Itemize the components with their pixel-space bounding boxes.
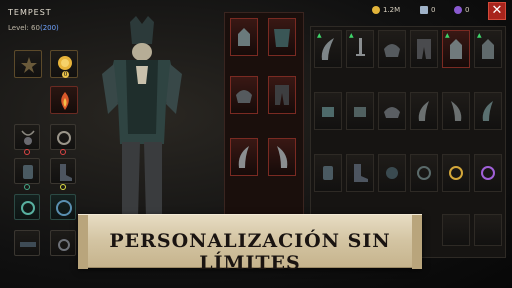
- gold-coin-icon: [372, 6, 380, 14]
- inventory-item[interactable]: [410, 154, 438, 192]
- claw-weapon-icon: [482, 101, 493, 121]
- inventory-item[interactable]: [474, 92, 502, 130]
- gold-currency: 1.2M: [372, 6, 400, 14]
- chest-armor-icon: [274, 29, 290, 47]
- gem-icon: [454, 6, 462, 14]
- level-paragon: (200): [39, 24, 59, 32]
- inventory-item[interactable]: [378, 154, 406, 192]
- gem-socket-icon: [24, 184, 30, 190]
- slot-belt[interactable]: [14, 230, 40, 256]
- inventory-item[interactable]: [474, 154, 502, 192]
- inventory-item[interactable]: [314, 92, 342, 130]
- gauntlet-icon: [322, 107, 334, 117]
- slot-shoulders[interactable]: [230, 76, 258, 114]
- slot-bracelet[interactable]: [50, 194, 76, 220]
- slot-main-hand[interactable]: [230, 138, 258, 176]
- slot-chest[interactable]: [268, 18, 296, 56]
- slot-earring[interactable]: [50, 230, 76, 256]
- inventory-item[interactable]: [442, 92, 470, 130]
- shoulder-icon: [384, 107, 400, 118]
- inventory-item[interactable]: [314, 30, 342, 68]
- slot-off-hand[interactable]: [268, 138, 296, 176]
- banner-title: PERSONALIZACIÓN SIN LÍMITES: [109, 230, 391, 274]
- slot-ring-right[interactable]: [14, 194, 40, 220]
- shoulder-icon: [236, 90, 252, 103]
- bracer-icon: [23, 165, 33, 179]
- inventory-item[interactable]: [378, 30, 406, 68]
- inventory-item[interactable]: [378, 92, 406, 130]
- claw-weapon-icon: [277, 146, 288, 168]
- slot-amulet[interactable]: [14, 124, 40, 150]
- inventory-item[interactable]: [346, 154, 374, 192]
- inventory-item[interactable]: [346, 30, 374, 68]
- gold-ring-icon: [449, 166, 463, 180]
- bracelet-icon: [56, 200, 72, 216]
- inventory-item[interactable]: [442, 30, 470, 68]
- teal-ring-icon: [21, 201, 35, 215]
- inventory-item[interactable]: [442, 214, 470, 246]
- scroll-amount: 0: [431, 6, 436, 14]
- amulet-icon: [386, 167, 398, 179]
- amulet-icon: [21, 130, 35, 145]
- scroll-icon: [420, 6, 428, 14]
- gem-currency: 0: [454, 6, 469, 14]
- gem-socket-icon: [60, 149, 66, 155]
- slot-charm[interactable]: [14, 50, 42, 78]
- helm-icon: [482, 39, 494, 59]
- character-name: TEMPEST: [8, 8, 52, 17]
- character-level: Level: 60(200): [8, 24, 59, 32]
- level-label: Level: 60: [8, 24, 40, 32]
- slot-legendary-gem[interactable]: 0: [50, 50, 78, 78]
- inventory-item[interactable]: [314, 154, 342, 192]
- slot-ring-left[interactable]: [50, 124, 76, 150]
- slot-legs[interactable]: [268, 76, 296, 114]
- boot-icon: [60, 164, 72, 181]
- belt-icon: [20, 242, 36, 247]
- inventory-item[interactable]: [474, 214, 502, 246]
- claw-weapon-icon: [238, 146, 249, 168]
- dagger-icon: [356, 38, 365, 56]
- claw-weapon-icon: [321, 38, 334, 60]
- inventory-item[interactable]: [410, 92, 438, 130]
- close-icon: ✕: [491, 3, 503, 18]
- helm-icon: [450, 39, 462, 59]
- inventory-item[interactable]: [346, 92, 374, 130]
- claw-weapon-icon: [418, 101, 429, 121]
- ring-icon: [417, 166, 431, 180]
- helm-icon: [238, 28, 250, 46]
- claw-weapon-icon: [451, 101, 462, 121]
- gold-amount: 1.2M: [383, 6, 401, 14]
- shoulder-icon: [384, 44, 400, 57]
- pants-icon: [417, 39, 431, 59]
- hero-character-figure: [102, 16, 182, 218]
- inventory-item[interactable]: [474, 30, 502, 68]
- pants-icon: [275, 85, 289, 105]
- gauntlet-icon: [354, 107, 366, 117]
- ring-icon: [57, 131, 71, 145]
- gem-amount: 0: [465, 6, 470, 14]
- slot-relic[interactable]: [50, 86, 78, 114]
- slot-bracer[interactable]: [14, 158, 40, 184]
- scroll-currency: 0: [420, 6, 435, 14]
- flame-icon: [61, 92, 69, 110]
- slot-badge: 0: [62, 71, 69, 78]
- earring-icon: [58, 239, 70, 251]
- slot-boots[interactable]: [50, 158, 76, 184]
- close-button[interactable]: ✕: [488, 2, 506, 20]
- purple-ring-icon: [481, 166, 495, 180]
- slot-helm[interactable]: [230, 18, 258, 56]
- promo-banner: PERSONALIZACIÓN SIN LÍMITES: [78, 214, 422, 274]
- inventory-item[interactable]: [410, 30, 438, 68]
- star-charm-icon: [21, 57, 37, 73]
- boot-icon: [354, 164, 368, 182]
- gem-socket-icon: [24, 149, 30, 155]
- inventory-item[interactable]: [442, 154, 470, 192]
- bracer-icon: [323, 166, 333, 180]
- gem-socket-icon: [60, 184, 66, 190]
